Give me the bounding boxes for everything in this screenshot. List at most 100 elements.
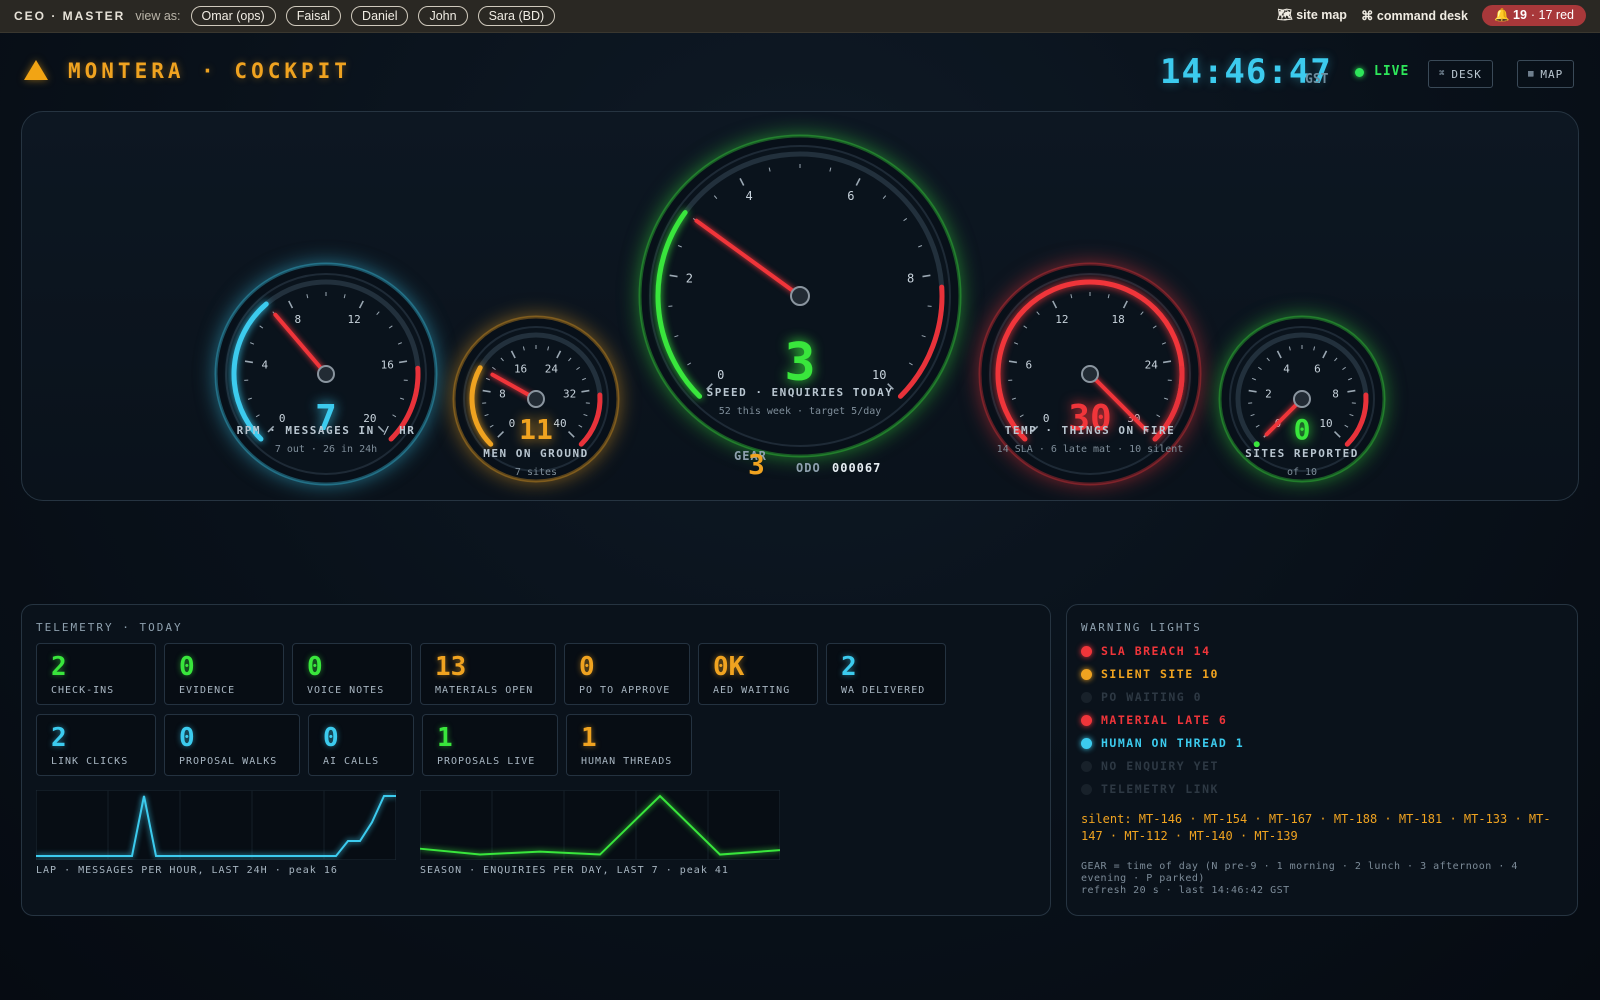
warning-triangle-icon [24,60,48,80]
bell-icon: 🔔 [1493,8,1510,22]
gauge-cluster-svg: 048 1216207RPM · MESSAGES IN / HR7 out · … [214,134,1386,486]
telemetry-title: TELEMETRY · TODAY [36,621,183,634]
telemetry-tile: 0 AI CALLS [308,714,414,776]
warning-light-label: MATERIAL LATE 6 [1101,713,1228,727]
gauge-rpm-tick-label: 16 [381,358,394,371]
gauge-speed-tick-label: 8 [907,271,914,285]
gauge-speed-hub [790,286,810,306]
telemetry-tile: 2 WA DELIVERED [826,643,946,705]
gauge-speed-tick-label: 4 [746,189,753,203]
map-icon: ▦ [1528,69,1535,79]
gauge-rpm: 048 1216207RPM · MESSAGES IN / HR7 out · … [214,262,438,486]
telemetry-tile-value: 0 [323,723,339,753]
gauge-speed-tick-label: 2 [686,271,693,285]
telemetry-tile-label: CHECK-INS [51,685,115,696]
telemetry-tile-value: 2 [841,652,857,682]
view-as-omar[interactable]: Omar (ops) [190,6,276,26]
warning-lights-panel: WARNING LIGHTS SLA BREACH 14 SILENT SITE … [1066,604,1578,916]
refresh-status: refresh 20 s · last 14:46:42 GST [1081,885,1290,896]
gauge-rpm-hub [317,365,335,383]
gauge-rpm-tick-label: 8 [295,313,302,326]
telemetry-tile-value: 2 [51,723,67,753]
telemetry-tile: 1 PROPOSALS LIVE [422,714,558,776]
gauge-rpm-tick-label: 0 [279,412,286,425]
gauge-sites-tick-label: 6 [1314,363,1321,376]
telemetry-tile: 0 PROPOSAL WALKS [164,714,300,776]
gauge-men-tick-label: 0 [509,417,516,430]
telemetry-tile-label: LINK CLICKS [51,756,129,767]
gauge-rpm-sublabel: 7 out · 26 in 24h [275,444,377,455]
view-as-sara[interactable]: Sara (BD) [477,6,556,26]
view-as-john[interactable]: John [418,6,468,26]
warning-light: SLA BREACH 14 [1081,644,1211,658]
warning-lamp-icon [1081,668,1092,680]
gauge-men-tick-label: 8 [499,388,506,401]
gear-value: 3 [748,448,765,481]
desk-button[interactable]: ⌘ DESK [1428,60,1493,88]
warning-light: SILENT SITE 10 [1081,667,1219,681]
odo-label: ODO [796,461,821,475]
command-desk-link[interactable]: ⌘ command desk [1361,8,1468,23]
warning-lamp-icon [1081,714,1092,726]
gauge-men-label: MEN ON GROUND [483,447,589,460]
gauge-temp-tick-label: 6 [1025,358,1032,371]
telemetry-tile-value: 0 [579,652,595,682]
cockpit-header: MONTERA · COCKPIT 14:46:47 GST LIVE ⌘ DES… [0,32,1600,110]
live-label: LIVE [1374,64,1410,79]
telemetry-tile-value: 0 [179,723,195,753]
view-as-faisal[interactable]: Faisal [285,6,342,26]
telemetry-tile: 13 MATERIALS OPEN [420,643,556,705]
gauge-sites: 02468100SITES REPORTEDof 10 [1218,315,1386,483]
gauge-temp-tick-label: 18 [1112,313,1125,326]
map-button[interactable]: ▦ MAP [1517,60,1575,88]
alert-red-count: · 17 red [1530,8,1574,22]
warning-light-label: HUMAN ON THREAD 1 [1101,736,1245,750]
gauge-speed-label: SPEED · ENQUIRIES TODAY [707,386,894,399]
warning-lamp-icon [1081,691,1092,703]
map-button-label: MAP [1540,67,1564,81]
telemetry-tile: 0 PO TO APPROVE [564,643,690,705]
gauge-sites-sublabel: of 10 [1287,467,1317,478]
gauge-men: 0 8 16 24 32 4011MEN ON GROUND 7 sites [452,315,620,483]
warning-light: PO WAITING 0 [1081,690,1202,704]
alert-count: 19 [1513,8,1527,22]
top-bar: CEO · MASTER view as: Omar (ops) Faisal … [0,0,1600,33]
warning-lamp-icon [1081,737,1092,749]
gauge-rpm-tick-label: 20 [363,412,376,425]
warning-light-label: PO WAITING 0 [1101,690,1203,704]
role-label: CEO · MASTER [14,9,126,23]
telemetry-tile-label: PROPOSAL WALKS [179,756,278,767]
gauge-temp-tick-label: 24 [1145,358,1159,371]
warning-light-label: SLA BREACH 14 [1101,644,1211,658]
gauge-temp-sublabel: 14 SLA · 6 late mat · 10 silent [997,444,1184,455]
gauge-temp: 061218243030TEMP · THINGS ON FIRE14 SLA … [978,262,1202,486]
sparkline-frame [420,790,780,860]
view-as-daniel[interactable]: Daniel [351,6,409,26]
gauge-sites-value: 0 [1294,413,1311,446]
gauge-sites-hub [1293,390,1311,408]
telemetry-tile-label: HUMAN THREADS [581,756,673,767]
telemetry-tile: 2 LINK CLICKS [36,714,156,776]
live-indicator-icon [1355,68,1364,77]
gauge-sites-tick-label: 4 [1283,363,1290,376]
warning-light-label: NO ENQUIRY YET [1101,759,1219,773]
lap-caption: LAP · MESSAGES PER HOUR, LAST 24H · peak… [36,865,338,876]
warning-light: TELEMETRY LINK [1081,782,1219,796]
warning-light: HUMAN ON THREAD 1 [1081,736,1244,750]
telemetry-tile-value: 0 [179,652,195,682]
telemetry-tile-value: 0 [307,652,323,682]
season-sparkline [420,790,780,860]
timezone-label: GST [1305,72,1329,87]
warning-lamp-icon [1081,645,1092,657]
alert-badge[interactable]: 🔔 19 · 17 red [1481,5,1586,26]
gauge-speed-tick-label: 6 [847,189,854,203]
telemetry-tile-label: WA DELIVERED [841,685,926,696]
gauge-men-tick-label: 32 [563,388,576,401]
gauge-speed-sublabel: 52 this week · target 5/day [719,406,882,417]
gauge-sites-tick-label: 10 [1319,417,1332,430]
site-map-link[interactable]: 🗺 site map [1277,8,1347,23]
warning-light-label: SILENT SITE 10 [1101,667,1219,681]
gauge-men-tick-label: 16 [514,363,527,376]
gauge-men-tick-label: 24 [545,363,559,376]
telemetry-tile-label: PROPOSALS LIVE [437,756,536,767]
